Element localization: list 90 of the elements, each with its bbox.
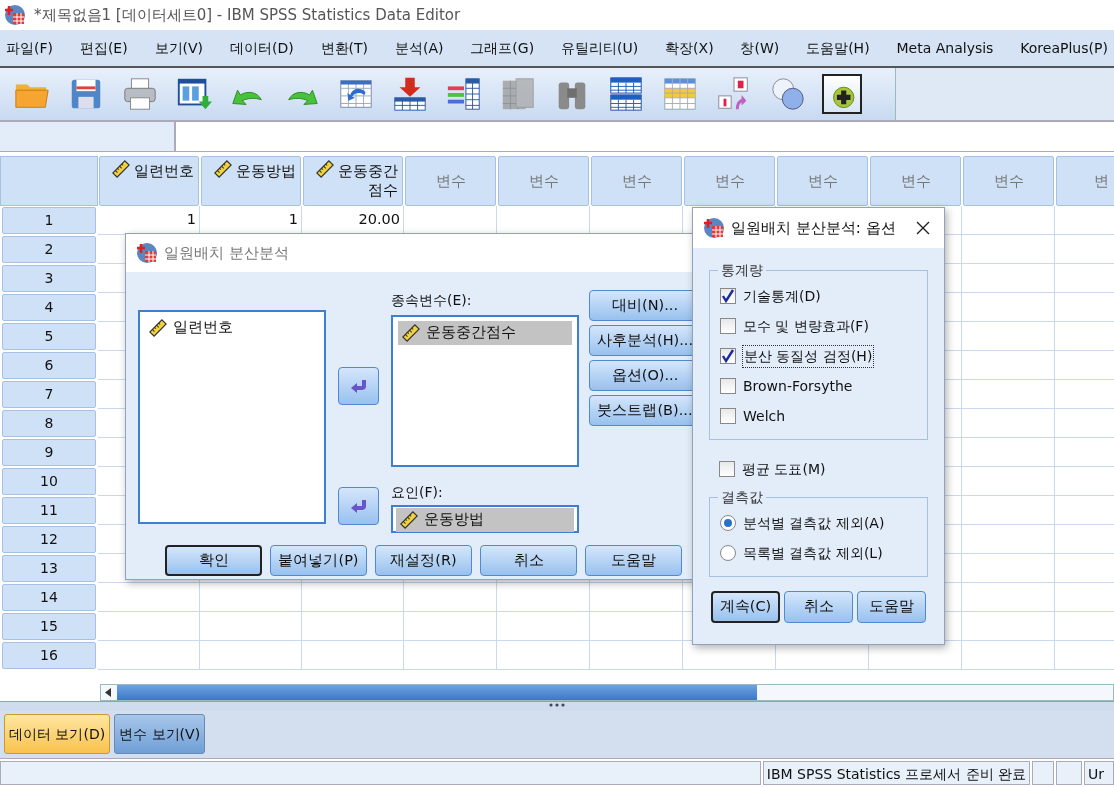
move-button[interactable] xyxy=(338,367,379,405)
splitter-handle-icon[interactable] xyxy=(548,702,566,708)
group-label: 결측값 xyxy=(720,490,764,504)
dialog-title: 일원배치 분산분석 xyxy=(164,242,289,264)
move-button[interactable] xyxy=(338,487,379,525)
menu-item[interactable]: 데이터(D) xyxy=(229,37,294,59)
variable-name: 운동방법 xyxy=(424,510,484,529)
row-header[interactable]: 8 xyxy=(2,410,96,437)
checkbox[interactable] xyxy=(720,378,736,394)
checkbox[interactable] xyxy=(720,408,736,424)
close-icon[interactable] xyxy=(916,221,930,235)
variable-item[interactable]: 운동중간점수 xyxy=(398,321,572,345)
checkbox[interactable] xyxy=(720,318,736,334)
menu-item[interactable]: 변환(T) xyxy=(320,37,369,59)
checkbox-label[interactable]: 분산 동질성 검정(H) xyxy=(743,345,874,367)
status-text: Ur xyxy=(1084,761,1114,785)
radio-label[interactable]: 목록별 결측값 제외(L) xyxy=(743,542,883,564)
row-header[interactable]: 15 xyxy=(2,613,96,640)
dialog-title: 일원배치 분산분석: 옵션 xyxy=(731,217,896,239)
row-header[interactable]: 9 xyxy=(2,439,96,466)
dialog-button[interactable]: 도움말 xyxy=(857,591,926,623)
menu-item[interactable]: Meta Analysis xyxy=(896,37,994,59)
menu-item[interactable]: 확장(X) xyxy=(665,37,714,59)
checkbox[interactable] xyxy=(720,288,736,304)
row-header[interactable]: 12 xyxy=(2,526,96,553)
field-label: 요인(F): xyxy=(391,483,444,502)
group-label: 통계량 xyxy=(720,263,764,277)
row-header[interactable]: 11 xyxy=(2,497,96,524)
app-icon xyxy=(4,4,26,26)
checkbox[interactable] xyxy=(719,461,735,477)
dialog-button[interactable]: 확인 xyxy=(165,545,262,576)
dialog-button[interactable]: 붙여넣기(P) xyxy=(270,545,367,576)
row-header[interactable]: 13 xyxy=(2,555,96,582)
app-icon xyxy=(703,217,725,239)
window-title: *제목없음1 [데이터세트0] - IBM SPSS Statistics Data Editor xyxy=(34,4,461,26)
column-header[interactable]: 운동중간점수 xyxy=(303,156,403,206)
menu-item[interactable]: 유틸리티(U) xyxy=(561,37,639,59)
horizontal-scrollbar[interactable] xyxy=(100,684,1114,701)
row-header[interactable]: 3 xyxy=(2,265,96,292)
radio-label[interactable]: 분석별 결측값 제외(A) xyxy=(743,512,885,534)
menu-item[interactable]: KoreaPlus(P) xyxy=(1020,37,1108,59)
row-header[interactable]: 4 xyxy=(2,294,96,321)
scrollbar-thumb[interactable] xyxy=(117,685,757,700)
row-header[interactable]: 6 xyxy=(2,352,96,379)
checkbox-label[interactable]: Welch xyxy=(743,405,786,427)
variable-name: 일련번호 xyxy=(173,318,233,337)
menu-item[interactable]: 보기(V) xyxy=(154,37,204,59)
checkbox[interactable] xyxy=(720,348,736,364)
status-cell xyxy=(1056,761,1082,785)
row-header[interactable]: 14 xyxy=(2,584,96,611)
app-icon xyxy=(136,242,158,264)
row-header[interactable]: 5 xyxy=(2,323,96,350)
menu-item[interactable]: 그래프(G) xyxy=(470,37,535,59)
dependent-list[interactable]: 운동중간점수 xyxy=(391,315,579,467)
dialog-button[interactable]: 취소 xyxy=(480,545,577,576)
view-tab[interactable]: 데이터 보기(D) xyxy=(4,714,111,754)
variable-item[interactable]: 운동방법 xyxy=(396,508,574,532)
variable-list[interactable]: 일련번호 xyxy=(138,310,326,524)
checkbox-label[interactable]: 평균 도표(M) xyxy=(742,458,826,480)
variable-name: 운동중간점수 xyxy=(426,323,516,342)
column-header[interactable]: 운동방법 xyxy=(201,156,301,206)
row-header[interactable]: 7 xyxy=(2,381,96,408)
row-header[interactable]: 1 xyxy=(2,207,96,234)
status-cell xyxy=(1032,761,1054,785)
column-header[interactable]: 변 xyxy=(1056,156,1114,206)
menu-item[interactable]: 분석(A) xyxy=(394,37,444,59)
checkbox-label[interactable]: Brown-Forsythe xyxy=(743,375,853,397)
variable-item[interactable]: 일련번호 xyxy=(145,316,319,340)
dialog-button[interactable]: 계속(C) xyxy=(711,591,780,623)
dialog-button[interactable]: 도움말 xyxy=(585,545,682,576)
cell-name-field[interactable] xyxy=(0,122,176,151)
factor-field[interactable]: 운동방법 xyxy=(391,505,579,533)
dialog-button[interactable]: 재설정(R) xyxy=(375,545,472,576)
radio-button[interactable] xyxy=(720,545,736,561)
checkbox-label[interactable]: 모수 및 변량효과(F) xyxy=(743,315,869,337)
column-header[interactable]: 일련번호 xyxy=(99,156,199,206)
row-header[interactable]: 10 xyxy=(2,468,96,495)
status-message: IBM SPSS Statistics 프로세서 준비 완료 xyxy=(762,761,1030,785)
row-header[interactable]: 16 xyxy=(2,642,96,669)
menu-item[interactable]: 창(W) xyxy=(740,37,780,59)
menu-item[interactable]: 편집(E) xyxy=(79,37,128,59)
row-header[interactable]: 2 xyxy=(2,236,96,263)
radio-button[interactable] xyxy=(720,515,736,531)
checkbox-label[interactable]: 기술통계(D) xyxy=(743,285,821,307)
menu-item[interactable]: 도움말(H) xyxy=(806,37,870,59)
dialog-button[interactable]: 취소 xyxy=(784,591,853,623)
field-label: 종속변수(E): xyxy=(391,291,473,310)
plus-icon[interactable] xyxy=(822,74,862,114)
menu-item[interactable]: 파일(F) xyxy=(6,37,53,59)
view-tab[interactable]: 변수 보기(V) xyxy=(114,714,206,754)
